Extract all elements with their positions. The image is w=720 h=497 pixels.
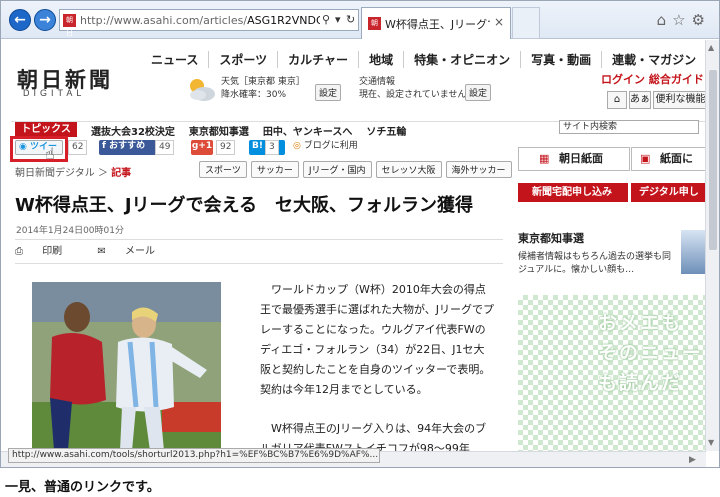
advertisement-banner[interactable]: おメエも そのニュー も読んだ (518, 295, 706, 451)
nav-item[interactable]: 地域 (369, 51, 405, 68)
topic-link[interactable]: 田中、ヤンキースへ (263, 127, 353, 138)
back-button[interactable]: ← (9, 9, 31, 31)
subscribe-button[interactable]: 新聞宅配申し込み (518, 183, 628, 202)
site-search-input[interactable]: サイト内検索 (559, 120, 699, 134)
weather-settings-button[interactable]: 設定 (315, 84, 342, 101)
forward-button[interactable]: → (34, 9, 56, 31)
sidebar-section-text: 候補者情報はもちろん過去の選挙も同ジュアルに。懐かしい顔も… (518, 252, 672, 275)
global-nav: ニューススポーツカルチャー地域特集・オピニオン写真・動画連載・マガジンぜん (151, 51, 706, 68)
nav-item[interactable]: 連載・マガジン (612, 51, 706, 68)
tweet-count: 62 (68, 140, 88, 155)
useful-features-button[interactable]: 便利な機能 (653, 91, 706, 109)
mail-icon: ✉ (97, 246, 106, 257)
highlight-frame (10, 136, 68, 162)
topic-link[interactable]: 選抜大会32校決定 (91, 127, 175, 138)
refresh-icon[interactable]: ↻ (346, 13, 355, 26)
scroll-down-icon[interactable]: ▼ (708, 438, 714, 447)
traffic-detail: 現在、設定されていません (359, 90, 467, 100)
nav-item[interactable]: カルチャー (288, 51, 360, 68)
search-icon[interactable]: ⚲ (322, 13, 330, 26)
browser-toolbar: ← → 朝日 http://www.asahi.com/articles/ASG… (1, 1, 719, 40)
topic-link[interactable]: ソチ五輪 (366, 127, 406, 138)
tab-title: W杯得点王、Jリーグで会え... (385, 18, 490, 31)
site-favicon-icon: 朝日 (63, 14, 76, 37)
nav-item[interactable]: スポーツ (219, 51, 279, 68)
nav-item[interactable]: 特集・オピニオン (414, 51, 522, 68)
article-tools: ⎙ 印刷 ✉ メール (15, 239, 503, 264)
traffic-info: 交通情報 現在、設定されていません (359, 76, 466, 102)
login-links[interactable]: ログイン 総合ガイド 会員 (601, 71, 706, 87)
web-page: 朝日新聞 DIGITAL ニュース スポーツ カルチャー 地域 特集・オピニオン 写真・動… (1, 40, 706, 451)
article-headline: W杯得点王、Jリーグで会える セ大阪、フォルラン獲得 (15, 195, 474, 216)
browser-window: ← → 朝日 http://www.asahi.com/articles/ASG… (0, 0, 720, 468)
breadcrumb-home[interactable]: 朝日新聞デジタル (15, 168, 95, 179)
weather-title: 天気［東京都 東京］ (221, 77, 305, 87)
category-button[interactable]: サッカー (250, 161, 299, 178)
weather-detail: 降水確率：30% (221, 90, 287, 100)
address-url[interactable]: http://www.asahi.com/articles/ASG1R2VNDG… (80, 14, 320, 27)
google-plus-count: 92 (216, 140, 236, 155)
status-bar-url: http://www.asahi.com/tools/shorturl2013.… (8, 448, 380, 463)
hatena-count: 3 (265, 140, 279, 155)
favorites-star-icon[interactable]: ☆ (672, 11, 691, 29)
asahi-paper-button[interactable]: ▦ 朝日紙面 (518, 147, 630, 171)
article-paragraph: ワールドカップ（W杯）2010年大会の得点王で最優秀選手に選ばれた大物が、Jリー… (260, 283, 495, 396)
paper-view-button[interactable]: ▣ 紙面に (631, 147, 706, 171)
article-body: ワールドカップ（W杯）2010年大会の得点王で最優秀選手に選ばれた大物が、Jリー… (260, 280, 495, 451)
article-paragraph: W杯得点王のJリーグ入りは、94年大会のブルガリア代表FWストイチコフが98〜9… (260, 422, 487, 451)
home-icon[interactable]: ⌂ (657, 11, 673, 29)
article-date: 2014年1月24日00時01分 (16, 226, 124, 236)
breadcrumb-current: 記事 (111, 168, 132, 179)
newspaper-icon: ▦ (539, 152, 550, 165)
tab-favicon-icon: 朝日 (368, 17, 381, 40)
sidebar-section-title[interactable]: 東京都知事選 (518, 230, 584, 246)
article-photo[interactable] (32, 282, 221, 451)
active-tab[interactable]: 朝日 W杯得点王、Jリーグで会え... × (361, 7, 511, 40)
scroll-up-icon[interactable]: ▲ (708, 43, 714, 52)
category-button[interactable]: 海外サッカー (445, 161, 512, 178)
facebook-icon: f (102, 141, 106, 151)
traffic-settings-button[interactable]: 設定 (465, 84, 492, 101)
category-button[interactable]: Jリーグ・国内 (302, 161, 372, 178)
breadcrumb-separator: ＞ (98, 168, 108, 179)
traffic-title: 交通情報 (359, 77, 396, 87)
new-tab-button[interactable] (512, 7, 540, 39)
blog-icon: ◎ (293, 141, 301, 151)
breadcrumb: 朝日新聞デジタル ＞ 記事 (15, 164, 131, 179)
site-logo-sub: DIGITAL (23, 88, 86, 98)
weather-info: 天気［東京都 東京］ 降水確率：30% (221, 76, 305, 102)
sidebar-thumbnail[interactable] (681, 230, 706, 274)
ad-text: おメエも そのニュー も読んだ (598, 312, 704, 394)
vertical-scrollbar[interactable]: ▲ ▼ (705, 40, 719, 451)
google-plus-button[interactable]: g+1 (191, 140, 213, 155)
nav-item[interactable]: ニュース (151, 51, 210, 68)
scrollbar-thumb[interactable] (709, 70, 717, 250)
address-bar[interactable]: 朝日 http://www.asahi.com/articles/ASG1R2V… (59, 9, 359, 37)
scroll-right-icon[interactable]: ▶ (689, 455, 696, 465)
category-button[interactable]: セレッソ大阪 (375, 161, 442, 178)
nav-item[interactable]: 写真・動画 (531, 51, 603, 68)
digital-signup-button[interactable]: デジタル申し (631, 183, 706, 202)
dropdown-icon[interactable]: ▾ (335, 13, 341, 26)
gear-icon[interactable]: ⚙ (692, 11, 711, 29)
home-button[interactable]: ⌂ (607, 91, 627, 109)
facebook-count: 49 (155, 140, 175, 155)
close-tab-icon[interactable]: × (494, 15, 504, 29)
blog-share-link[interactable]: ◎ ブログに利用 (293, 140, 358, 155)
print-button[interactable]: ⎙ 印刷 (15, 246, 78, 257)
mail-button[interactable]: ✉ メール (97, 246, 171, 257)
print-icon: ⎙ (15, 246, 23, 257)
category-button[interactable]: スポーツ (199, 161, 247, 178)
font-size-button[interactable]: あぁ (629, 91, 651, 109)
d-logo-icon: ▣ (640, 152, 651, 165)
topic-link[interactable]: 東京都知事選 (189, 127, 249, 138)
topics-label: トピックス (15, 122, 77, 137)
weather-cloud-icon (190, 79, 215, 101)
figure-caption: 一見、普通のリンクです。 (5, 480, 160, 495)
category-buttons: スポーツ サッカー Jリーグ・国内 セレッソ大阪 海外サッカー (199, 161, 516, 178)
hand-cursor-icon: ☝ (45, 144, 55, 163)
